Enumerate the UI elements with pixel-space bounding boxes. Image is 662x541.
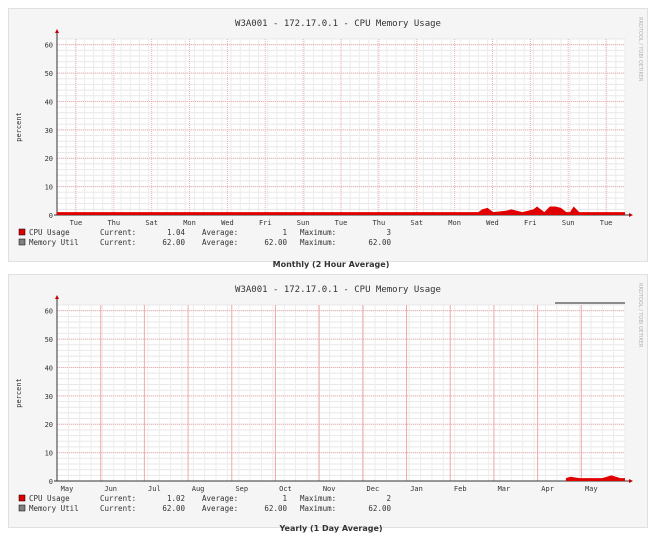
chart-svg: 0 10 20 30 40 50 60 May Jun Jul Aug Sep Oct Nov Dec Jan… bbox=[15, 283, 643, 513]
legend-current-label: Current: bbox=[100, 228, 136, 237]
legend-maximum-label: Maximum: bbox=[300, 228, 336, 237]
x-tick-label: Mar bbox=[498, 485, 511, 493]
legend-swatch bbox=[18, 228, 26, 236]
y-tick-label: 30 bbox=[45, 393, 53, 401]
y-tick-label: 50 bbox=[45, 336, 53, 344]
monthly-chart-panel: 0 10 20 30 40 50 60 Tue Thu Sat Mon Wed Fri Sun Tue Thu… bbox=[8, 8, 648, 262]
x-tick-label: Fri bbox=[524, 219, 537, 227]
legend-series-name: CPU Usage bbox=[29, 228, 70, 237]
monthly-chart-caption: Monthly (2 Hour Average) bbox=[272, 260, 390, 269]
rrdtool-watermark: RRDTOOL / TOBI OETIKER bbox=[637, 17, 643, 82]
legend-average-label: Average: bbox=[202, 228, 238, 237]
x-axis-arrow bbox=[629, 479, 633, 483]
yearly-chart-panel: 0 10 20 30 40 50 60 May Jun Jul Aug Sep Oct Nov Dec Jan… bbox=[8, 274, 648, 528]
y-tick-label: 10 bbox=[45, 450, 53, 458]
x-tick-label: Fri bbox=[259, 219, 272, 227]
legend-average-label: Average: bbox=[202, 238, 238, 247]
legend-series-name: CPU Usage bbox=[29, 494, 70, 503]
legend-current-label: Current: bbox=[100, 238, 136, 247]
x-tick-label: Sat bbox=[145, 219, 158, 227]
legend-average-label: Average: bbox=[202, 494, 238, 503]
y-axis-label: percent bbox=[15, 112, 23, 142]
x-tick-label: Nov bbox=[323, 485, 336, 493]
legend-current-value: 1.04 bbox=[167, 228, 186, 237]
x-tick-label: Oct bbox=[279, 485, 292, 493]
legend-current-value: 62.00 bbox=[162, 238, 185, 247]
legend-maximum-label: Maximum: bbox=[300, 238, 336, 247]
y-axis-label: percent bbox=[15, 378, 23, 408]
legend-maximum-value: 3 bbox=[386, 228, 391, 237]
y-tick-label: 60 bbox=[45, 308, 53, 316]
x-tick-label: Sep bbox=[235, 485, 248, 493]
x-tick-label: Tue bbox=[335, 219, 348, 227]
legend-current-label: Current: bbox=[100, 504, 136, 513]
x-tick-label: Jul bbox=[148, 485, 161, 493]
x-tick-label: Feb bbox=[454, 485, 467, 493]
chart-svg: 0 10 20 30 40 50 60 Tue Thu Sat Mon Wed Fri Sun Tue Thu… bbox=[15, 17, 643, 247]
y-tick-label: 10 bbox=[45, 184, 53, 192]
x-tick-label: Thu bbox=[107, 219, 120, 227]
x-tick-label: Dec bbox=[367, 485, 380, 493]
y-tick-label: 0 bbox=[49, 212, 53, 220]
x-tick-label: Thu bbox=[373, 219, 386, 227]
legend-average-value: 1 bbox=[282, 228, 287, 237]
y-tick-label: 20 bbox=[45, 155, 53, 163]
x-tick-label: Sun bbox=[297, 219, 310, 227]
x-tick-label: Jan bbox=[410, 485, 423, 493]
x-tick-label: Mon bbox=[183, 219, 196, 227]
chart-title: W3A001 - 172.17.0.1 - CPU Memory Usage bbox=[235, 19, 441, 29]
legend-average-label: Average: bbox=[202, 504, 238, 513]
x-tick-label: Sun bbox=[562, 219, 575, 227]
legend-current-label: Current: bbox=[100, 494, 136, 503]
y-tick-label: 20 bbox=[45, 421, 53, 429]
legend-maximum-value: 62.00 bbox=[368, 504, 391, 513]
yearly-chart-caption: Yearly (1 Day Average) bbox=[279, 524, 383, 533]
rrdtool-watermark: RRDTOOL / TOBI OETIKER bbox=[637, 283, 643, 348]
x-tick-label: May bbox=[61, 485, 74, 493]
legend-swatch bbox=[18, 238, 26, 246]
x-tick-label: Wed bbox=[221, 219, 234, 227]
legend-series-name: Memory Util bbox=[29, 504, 79, 513]
y-axis-arrow bbox=[55, 295, 59, 299]
legend-current-value: 62.00 bbox=[162, 504, 185, 513]
x-axis-arrow bbox=[629, 213, 633, 217]
x-tick-label: Jun bbox=[104, 485, 117, 493]
y-tick-label: 0 bbox=[49, 478, 53, 486]
legend-average-value: 62.00 bbox=[264, 238, 287, 247]
legend-maximum-label: Maximum: bbox=[300, 494, 336, 503]
x-tick-label: Aug bbox=[192, 485, 205, 493]
legend-maximum-value: 2 bbox=[386, 494, 391, 503]
x-tick-label: May bbox=[585, 485, 598, 493]
x-tick-label: Tue bbox=[70, 219, 83, 227]
legend-current-value: 1.02 bbox=[167, 494, 185, 503]
legend-average-value: 1 bbox=[282, 494, 287, 503]
legend-swatch bbox=[18, 494, 26, 502]
x-tick-label: Wed bbox=[486, 219, 499, 227]
x-tick-label: Mon bbox=[448, 219, 461, 227]
y-axis-arrow bbox=[55, 29, 59, 33]
chart-title: W3A001 - 172.17.0.1 - CPU Memory Usage bbox=[235, 285, 441, 295]
legend-swatch bbox=[18, 504, 26, 512]
y-tick-label: 40 bbox=[45, 364, 53, 372]
legend-average-value: 62.00 bbox=[264, 504, 287, 513]
x-tick-label: Sat bbox=[410, 219, 423, 227]
y-tick-label: 30 bbox=[45, 127, 53, 135]
legend-maximum-label: Maximum: bbox=[300, 504, 336, 513]
x-tick-label: Tue bbox=[600, 219, 613, 227]
x-tick-label: Apr bbox=[541, 485, 554, 493]
y-tick-label: 60 bbox=[45, 42, 53, 50]
y-tick-label: 50 bbox=[45, 70, 53, 78]
legend-maximum-value: 62.00 bbox=[368, 238, 391, 247]
legend-series-name: Memory Util bbox=[29, 238, 79, 247]
y-tick-label: 40 bbox=[45, 98, 53, 106]
